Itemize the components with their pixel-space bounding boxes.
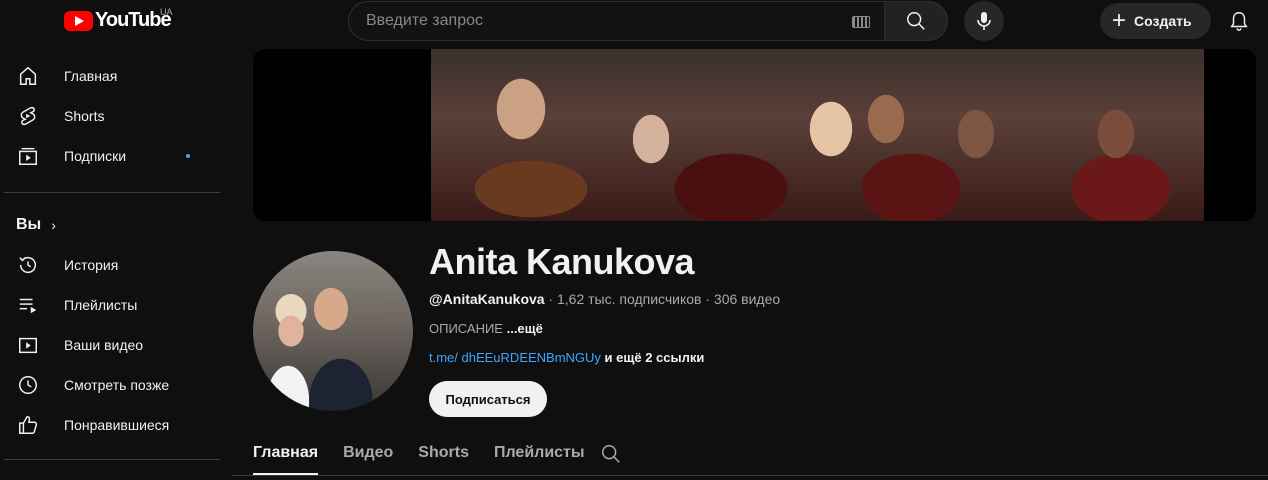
tab-shorts[interactable]: Shorts <box>418 437 469 469</box>
description-text: ОПИСАНИЕ <box>429 321 507 336</box>
tab-home[interactable]: Главная <box>253 437 319 475</box>
channel-avatar[interactable] <box>253 251 413 411</box>
sidebar-item-playlists[interactable]: Плейлисты <box>0 285 232 325</box>
tabs-divider <box>232 475 1268 476</box>
channel-handle: @AnitaKanukova <box>429 291 545 307</box>
search-bar <box>348 1 948 41</box>
channel-link[interactable]: t.me/ dhEEuRDEENBmNGUy <box>429 350 601 365</box>
sidebar: Главная Shorts Подписки Вы › История Пле… <box>0 56 232 472</box>
sidebar-item-subscriptions[interactable]: Подписки <box>0 136 232 176</box>
bell-icon <box>1230 12 1248 31</box>
subscribe-button[interactable]: Подписаться <box>429 381 547 417</box>
history-icon <box>16 253 40 277</box>
create-label: Создать <box>1134 13 1192 29</box>
home-icon <box>16 64 40 88</box>
search-icon <box>907 12 925 30</box>
tab-playlists[interactable]: Плейлисты <box>494 437 585 469</box>
channel-meta: @AnitaKanukova · 1,62 тыс. подписчиков ·… <box>429 291 780 307</box>
channel-links: t.me/ dhEEuRDEENBmNGUy и ещё 2 ссылки <box>429 350 704 365</box>
masthead: YouTube UA + Создать <box>0 0 1268 42</box>
youtube-logo[interactable]: YouTube <box>64 9 172 32</box>
search-box <box>348 1 884 41</box>
chevron-right-icon: › <box>51 217 56 233</box>
country-code: UA <box>160 7 173 17</box>
sidebar-item-shorts[interactable]: Shorts <box>0 96 232 136</box>
sidebar-item-label: Смотреть позже <box>64 377 170 393</box>
sidebar-item-label: Понравившиеся <box>64 417 170 433</box>
new-content-dot <box>186 154 190 158</box>
sidebar-divider <box>4 459 220 460</box>
playlists-icon <box>16 293 40 317</box>
youtube-play-icon <box>64 10 93 31</box>
sidebar-item-home[interactable]: Главная <box>0 56 232 96</box>
channel-search-button[interactable] <box>600 443 622 470</box>
shorts-icon <box>16 104 40 128</box>
keyboard-icon[interactable] <box>852 16 870 28</box>
sidebar-item-label: Ваши видео <box>64 337 144 353</box>
sidebar-item-label: История <box>64 257 119 273</box>
channel-name: Anita Kanukova <box>429 241 695 282</box>
sidebar-item-liked[interactable]: Понравившиеся <box>0 405 232 445</box>
sidebar-item-label: Shorts <box>64 108 105 124</box>
voice-search-button[interactable] <box>964 1 1004 41</box>
channel-banner <box>253 49 1256 221</box>
sidebar-you-header[interactable]: Вы › <box>0 205 232 245</box>
plus-icon: + <box>1112 7 1127 34</box>
sidebar-item-label: Подписки <box>64 148 127 164</box>
watch-later-icon <box>16 373 40 397</box>
description-more-link[interactable]: ...ещё <box>507 321 543 336</box>
search-button[interactable] <box>884 1 948 41</box>
channel-description[interactable]: ОПИСАНИЕ ...ещё <box>429 321 543 336</box>
thumbs-up-icon <box>16 413 40 437</box>
notifications-button[interactable] <box>1224 6 1254 36</box>
search-input[interactable] <box>349 2 884 40</box>
your-videos-icon <box>16 333 40 357</box>
microphone-icon <box>977 12 991 30</box>
more-links-button[interactable]: и ещё 2 ссылки <box>601 350 705 365</box>
sidebar-item-history[interactable]: История <box>0 245 232 285</box>
sidebar-item-your-videos[interactable]: Ваши видео <box>0 325 232 365</box>
sidebar-item-label: Главная <box>64 68 118 84</box>
subscriptions-icon <box>16 144 40 168</box>
sidebar-item-label: Плейлисты <box>64 297 138 313</box>
search-icon <box>602 445 620 463</box>
banner-image <box>431 49 1204 221</box>
channel-tabs: Главная Видео Shorts Плейлисты <box>253 437 620 477</box>
create-button[interactable]: + Создать <box>1100 3 1211 39</box>
tab-videos[interactable]: Видео <box>343 437 393 469</box>
sidebar-divider <box>4 192 220 193</box>
sidebar-item-watch-later[interactable]: Смотреть позже <box>0 365 232 405</box>
channel-stats: · 1,62 тыс. подписчиков · 306 видео <box>544 291 781 307</box>
you-title: Вы <box>16 216 42 233</box>
